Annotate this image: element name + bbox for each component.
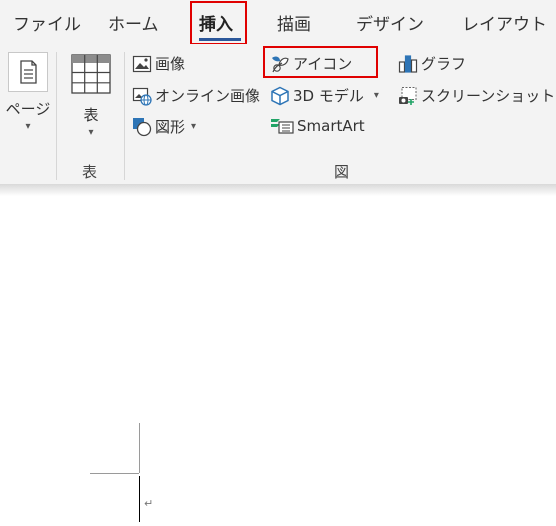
chart-label: グラフ bbox=[421, 55, 467, 73]
illustrations-group-label: 図 bbox=[334, 163, 350, 181]
shapes-button[interactable]: 図形 ▾ bbox=[132, 116, 196, 137]
text-cursor bbox=[139, 476, 140, 522]
group-separator bbox=[56, 52, 57, 180]
document-canvas[interactable] bbox=[0, 196, 556, 526]
online-picture-icon bbox=[132, 87, 152, 106]
pages-label: ページ bbox=[5, 100, 51, 118]
cube-icon bbox=[271, 86, 289, 105]
table-icon bbox=[71, 54, 111, 94]
ribbon-bottom-shadow bbox=[0, 184, 556, 196]
tab-file[interactable]: ファイル bbox=[13, 10, 81, 35]
table-button-label: 表 bbox=[83, 106, 99, 124]
smartart-label: SmartArt bbox=[297, 117, 365, 135]
chevron-down-icon: ▾ bbox=[191, 121, 197, 132]
3d-models-label: 3D モデル bbox=[293, 87, 364, 105]
margin-crop-mark-horizontal bbox=[90, 473, 139, 474]
tab-draw[interactable]: 描画 bbox=[277, 10, 311, 35]
screenshot-label: スクリーンショット bbox=[421, 87, 556, 105]
tab-design[interactable]: デザイン bbox=[356, 10, 424, 35]
chevron-down-icon: ▾ bbox=[373, 90, 379, 101]
paragraph-mark: ↵ bbox=[144, 497, 154, 510]
margin-crop-mark-vertical bbox=[139, 423, 140, 473]
online-picture-button[interactable]: オンライン画像 bbox=[132, 85, 260, 106]
chevron-down-icon: ▾ bbox=[25, 121, 31, 132]
shapes-icon bbox=[133, 117, 152, 136]
bar-chart-icon bbox=[398, 54, 418, 73]
tab-layout[interactable]: レイアウト bbox=[462, 10, 547, 35]
chevron-down-icon: ▾ bbox=[88, 127, 94, 138]
smartart-icon bbox=[271, 119, 294, 134]
table-button[interactable]: 表 ▾ bbox=[64, 52, 118, 138]
online-picture-label: オンライン画像 bbox=[155, 87, 261, 105]
chart-button[interactable]: グラフ bbox=[398, 53, 466, 74]
smartart-button[interactable]: SmartArt bbox=[270, 116, 365, 136]
picture-icon bbox=[132, 55, 152, 72]
picture-button[interactable]: 画像 bbox=[132, 53, 185, 74]
tab-home[interactable]: ホーム bbox=[108, 10, 159, 35]
ribbon-tab-bar: ファイル ホーム 挿入 描画 デザイン レイアウト bbox=[0, 0, 556, 44]
3d-models-button[interactable]: 3D モデル ▾ bbox=[270, 85, 379, 106]
table-group-label: 表 bbox=[82, 163, 98, 181]
page-icon bbox=[8, 52, 48, 92]
screenshot-button[interactable]: スクリーンショット ▾ bbox=[398, 85, 556, 106]
icons-button-highlight bbox=[263, 46, 378, 78]
picture-label: 画像 bbox=[155, 55, 186, 73]
screenshot-icon bbox=[399, 86, 417, 105]
shapes-label: 図形 bbox=[155, 118, 186, 136]
group-separator bbox=[124, 52, 125, 180]
insert-tab-highlight bbox=[190, 1, 247, 45]
pages-button[interactable]: ページ ▾ bbox=[4, 52, 52, 132]
